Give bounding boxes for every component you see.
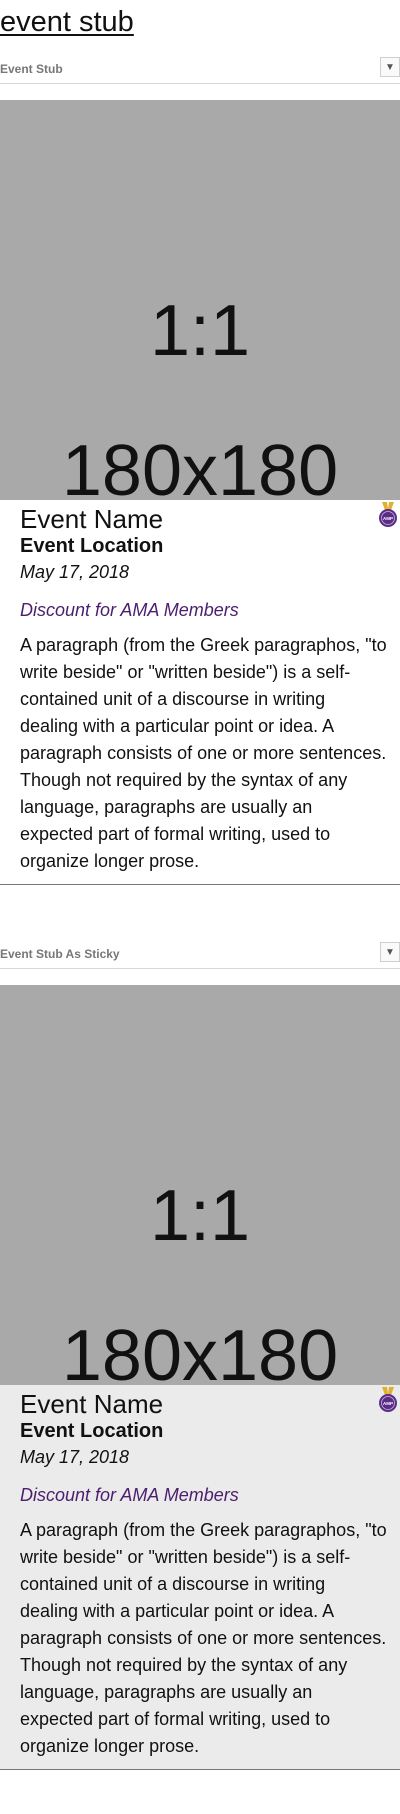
chevron-down-icon[interactable]: ▼ — [380, 942, 400, 962]
event-name[interactable]: Event Name — [20, 1387, 163, 1421]
section-label: Event Stub As Sticky — [0, 947, 120, 961]
badge-text: AMP — [383, 516, 393, 521]
event-description: A paragraph (from the Greek paragraphos,… — [20, 1520, 387, 1756]
section-header-event-stub: Event Stub ▼ — [0, 55, 400, 84]
image-size-label: 180x180 — [62, 431, 338, 500]
event-image-placeholder: 1:1 180x180 — [0, 100, 400, 500]
page-title: event stub — [0, 6, 134, 38]
chevron-down-icon[interactable]: ▼ — [380, 57, 400, 77]
event-location: Event Location — [20, 535, 164, 557]
section-header-event-stub-sticky: Event Stub As Sticky ▼ — [0, 940, 400, 969]
event-details: Event Name Event Location May 17, 2018 D… — [0, 500, 400, 885]
image-ratio-label: 1:1 — [150, 291, 250, 371]
medal-badge-icon: AMP — [379, 502, 397, 527]
medal-badge-icon: AMP — [379, 1387, 397, 1412]
event-image-placeholder: 1:1 180x180 — [0, 985, 400, 1385]
event-details: Event Name Event Location May 17, 2018 D… — [0, 1385, 400, 1770]
badge-text: AMP — [383, 1401, 393, 1406]
section-label: Event Stub — [0, 62, 63, 76]
event-name[interactable]: Event Name — [20, 502, 163, 536]
member-discount: Discount for AMA Members — [20, 1485, 239, 1505]
image-size-label: 180x180 — [62, 1316, 338, 1385]
member-discount: Discount for AMA Members — [20, 600, 239, 620]
event-date: May 17, 2018 — [20, 1447, 130, 1467]
event-location: Event Location — [20, 1420, 164, 1442]
event-date: May 17, 2018 — [20, 562, 130, 582]
event-description: A paragraph (from the Greek paragraphos,… — [20, 635, 387, 871]
image-ratio-label: 1:1 — [150, 1176, 250, 1256]
